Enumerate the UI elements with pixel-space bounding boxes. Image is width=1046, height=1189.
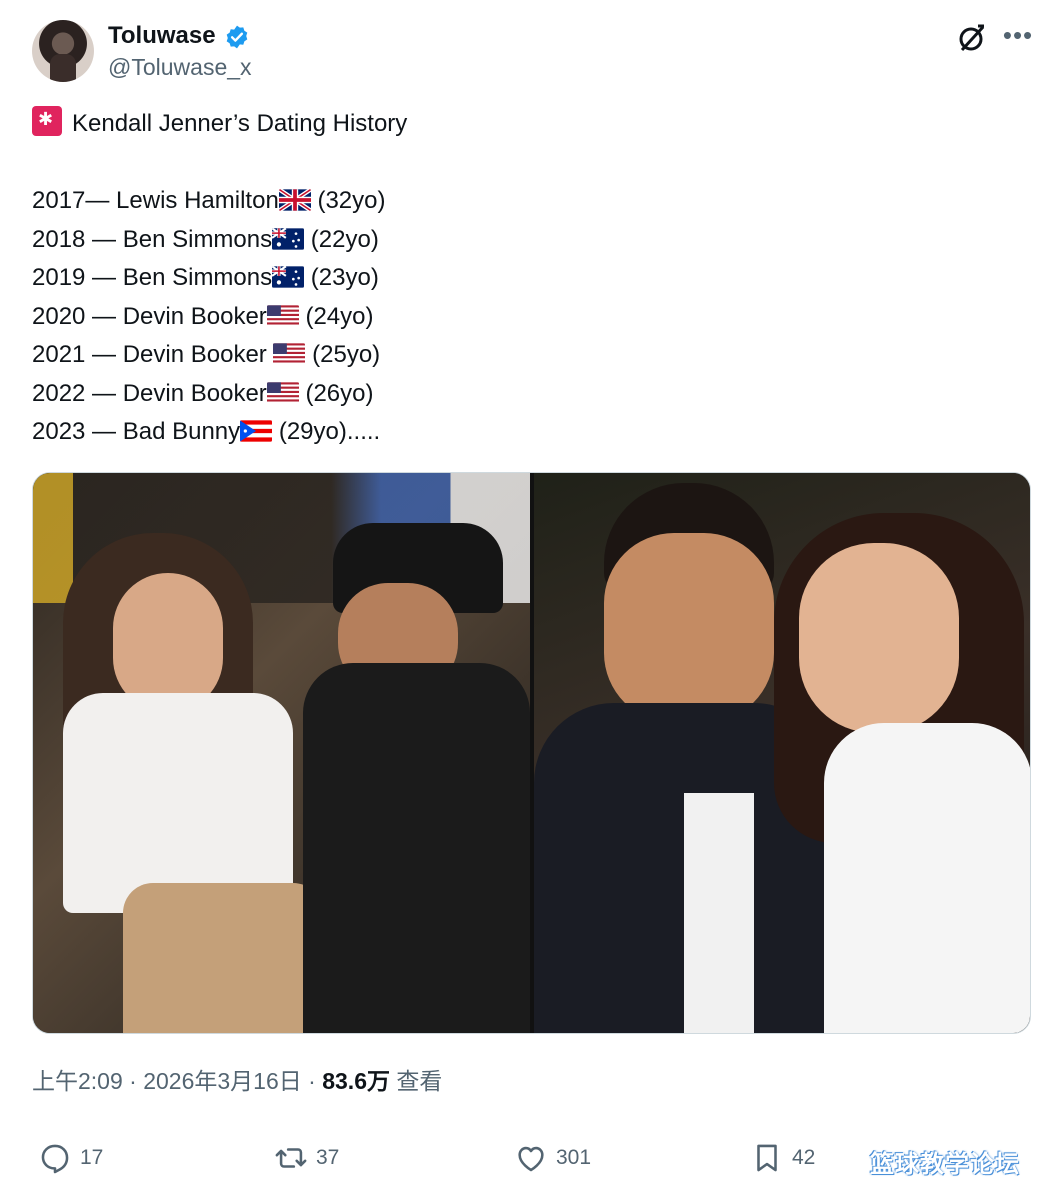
photo-left[interactable] [33,473,530,1033]
grok-icon[interactable] [956,22,988,54]
like-button[interactable]: 301 [514,1140,591,1176]
us-flag-icon [266,382,299,404]
repost-button[interactable]: 37 [274,1140,339,1176]
tweet-meta: 上午2:09 · 2026年3月16日 · 83.6万 查看 [32,1062,442,1096]
line-age: (22yo) [304,226,379,253]
photo-right[interactable] [534,473,1030,1033]
tweet-line-7: 2023 — Bad Bunny (29yo)..... [32,415,380,449]
reply-button[interactable]: 17 [38,1140,103,1176]
author-handle[interactable]: @Toluwase_x [108,54,252,81]
heart-icon [518,1146,544,1172]
line-text: 2020 — Devin Booker [32,303,267,330]
rotating-light-icon [32,106,62,136]
verified-badge-icon [226,25,248,49]
line-age: (32yo) [310,187,386,214]
au-flag-icon [272,266,305,288]
avatar[interactable] [32,20,94,82]
watermark: 篮球教学论坛 [870,1151,1020,1178]
line-text: 2023 — Bad Bunny [32,418,241,445]
reply-count: 17 [80,1146,104,1169]
bookmark-icon [757,1144,777,1172]
tweet-media[interactable] [32,472,1031,1034]
tweet-line-1: 2017— Lewis Hamilton (32yo) [32,184,386,218]
line-age: (24yo) [298,303,374,330]
line-age: (25yo) [305,341,381,368]
uk-flag-icon [278,189,311,211]
tweet-line-2: 2018 — Ben Simmons (22yo) [32,223,379,257]
views-label: 查看 [389,1068,443,1094]
meta-separator: · [301,1068,323,1094]
tweet-date[interactable]: 2026年3月16日 [143,1068,302,1094]
tweet-header: Toluwase @Toluwase_x ••• [32,20,1032,84]
tweet-time[interactable]: 上午2:09 [32,1068,123,1094]
tweet-title-line: Kendall Jenner’s Dating History [32,106,407,140]
line-age: (23yo) [304,264,379,291]
tweet-title: Kendall Jenner’s Dating History [72,110,408,137]
line-age: (29yo)..... [272,418,381,445]
us-flag-icon [266,305,299,327]
bookmark-button[interactable]: 42 [750,1140,815,1176]
line-text: 2018 — Ben Simmons [32,226,273,253]
like-count: 301 [556,1146,592,1169]
pr-flag-icon [240,420,273,442]
view-count: 83.6万 [322,1068,390,1094]
line-text: 2019 — Ben Simmons [32,264,273,291]
author-name[interactable]: Toluwase [108,22,216,50]
line-text: 2017— Lewis Hamilton [32,187,279,214]
line-text: 2022 — Devin Booker [32,380,267,407]
tweet-line-5: 2021 — Devin Booker (25yo) [32,338,380,372]
more-icon[interactable]: ••• [1002,22,1034,52]
line-age: (26yo) [298,380,374,407]
tweet-line-3: 2019 — Ben Simmons (23yo) [32,261,379,295]
bookmark-count: 42 [792,1146,816,1169]
line-text: 2021 — Devin Booker [32,341,274,368]
tweet-line-6: 2022 — Devin Booker (26yo) [32,377,374,411]
us-flag-icon [273,343,306,365]
meta-separator: · [122,1068,144,1094]
reply-icon [41,1144,69,1174]
repost-icon [275,1148,307,1168]
repost-count: 37 [316,1146,340,1169]
au-flag-icon [272,228,305,250]
tweet-line-4: 2020 — Devin Booker (24yo) [32,300,374,334]
